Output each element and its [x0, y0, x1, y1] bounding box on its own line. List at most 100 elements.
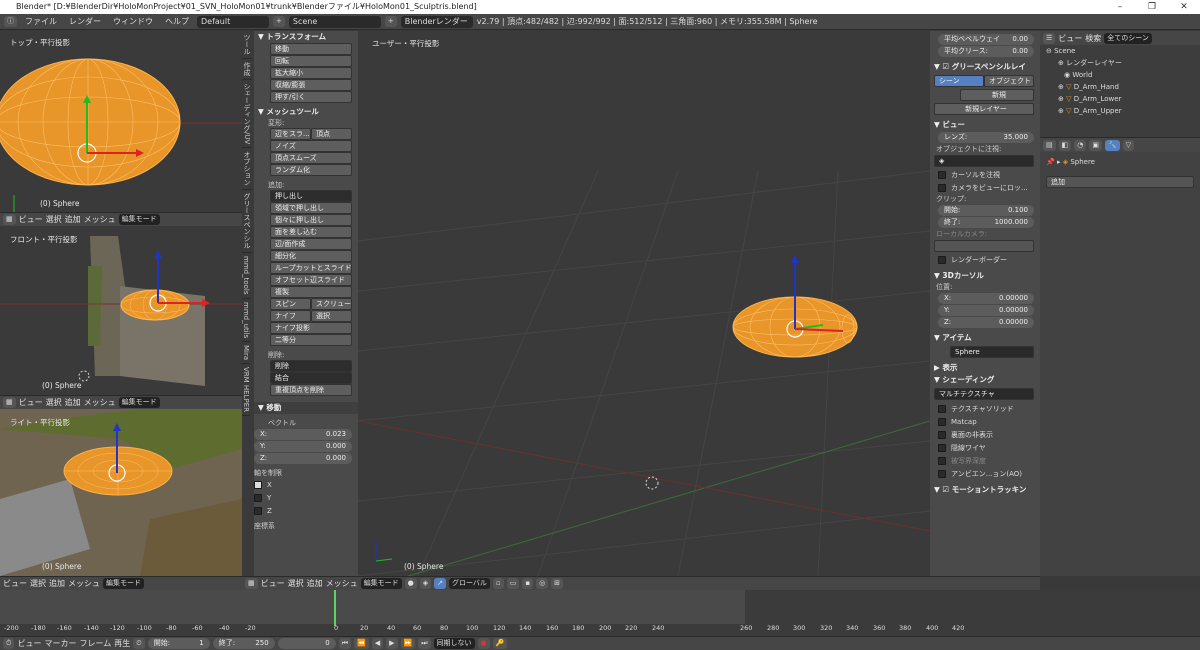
- lens-field[interactable]: レンズ: 35.000: [938, 132, 1034, 143]
- cursor-panel-title[interactable]: ▼ 3Dカーソル: [930, 270, 1040, 282]
- menu-view[interactable]: ビュー: [3, 578, 27, 589]
- vertex-slide-button[interactable]: 頂点: [311, 128, 352, 140]
- tab-create[interactable]: 作成: [242, 59, 252, 80]
- timeline-marker-menu[interactable]: マーカー: [44, 638, 76, 649]
- frame-end-field[interactable]: 終了: 250: [212, 638, 275, 649]
- tab-mmd-utils[interactable]: mmd_utils: [242, 299, 250, 343]
- delete-select[interactable]: 削除: [270, 360, 352, 372]
- outliner-search-menu[interactable]: 検索: [1085, 33, 1101, 44]
- timeline-frame-menu[interactable]: フレーム: [79, 638, 111, 649]
- menu-mesh[interactable]: メッシュ: [68, 578, 100, 589]
- jump-end-icon[interactable]: ⏭: [418, 638, 431, 649]
- ao-checkbox[interactable]: アンビエン...ョン(AO): [930, 467, 1040, 480]
- prev-keyframe-icon[interactable]: ⏪: [354, 638, 369, 649]
- menu-view[interactable]: ビュー: [261, 578, 285, 589]
- display-panel-title[interactable]: ▶ 表示: [930, 362, 1040, 374]
- noise-button[interactable]: ノイズ: [270, 140, 352, 152]
- move-operator-title[interactable]: ▼ 移動: [254, 402, 358, 414]
- cursor-x-field[interactable]: X: 0.00000: [938, 293, 1034, 304]
- editor-type-icon[interactable]: ▦: [3, 214, 16, 225]
- transform-panel-title[interactable]: ▼ トランスフォーム: [254, 31, 358, 43]
- snap-icon[interactable]: ⊞: [551, 578, 564, 589]
- extrude-region-button[interactable]: 領域で押し出し: [270, 202, 352, 214]
- menu-select[interactable]: 選択: [46, 397, 62, 408]
- viewport-user[interactable]: ユーザー・平行投影 (0) Sphere: [358, 31, 930, 576]
- outliner-row[interactable]: ⊖ Scene: [1040, 45, 1200, 57]
- extrude-select[interactable]: 押し出し: [270, 190, 352, 202]
- timeline-playback-menu[interactable]: 再生: [114, 638, 130, 649]
- menu-select[interactable]: 選択: [30, 578, 46, 589]
- outliner-filter-select[interactable]: 全てのシーン: [1104, 32, 1152, 44]
- lock-camera-checkbox[interactable]: カメラをビューにロッ...: [930, 181, 1040, 194]
- add-modifier-select[interactable]: 追加: [1046, 176, 1194, 188]
- remove-doubles-button[interactable]: 重複頂点を削除: [270, 384, 352, 396]
- mode-select[interactable]: 編集モード: [118, 214, 160, 225]
- tab-tools[interactable]: ツール: [242, 31, 252, 59]
- grease-pencil-title[interactable]: ▼ ☑ グリースペンシルレイ: [930, 61, 1040, 73]
- grease-scene-button[interactable]: シーン: [934, 75, 984, 87]
- menu-select[interactable]: 選択: [46, 214, 62, 225]
- outliner-row[interactable]: ⊕ レンダーレイヤー: [1040, 57, 1200, 69]
- item-panel-title[interactable]: ▼ アイテム: [930, 332, 1040, 344]
- loopcut-slide-button[interactable]: ループカットとスライド: [270, 262, 352, 274]
- tab-grease-pencil[interactable]: グリースペンシル: [242, 190, 252, 254]
- editor-type-icon[interactable]: ▤: [1043, 139, 1056, 151]
- editor-type-icon[interactable]: ▦: [245, 578, 258, 589]
- frame-start-field[interactable]: 開始: 1: [147, 638, 210, 649]
- outliner-row[interactable]: ⊕ ▽ D_Arm_Hand: [1040, 81, 1200, 93]
- meshtools-panel-title[interactable]: ▼ メッシュツール: [254, 106, 358, 118]
- layout-select[interactable]: Default: [197, 15, 269, 28]
- menu-view[interactable]: ビュー: [19, 397, 43, 408]
- proportional-edit-icon[interactable]: ◎: [536, 578, 549, 589]
- scene-select[interactable]: Scene: [288, 15, 381, 28]
- close-button[interactable]: ✕: [1168, 0, 1200, 14]
- tab-options[interactable]: オプション: [242, 148, 252, 191]
- menu-add[interactable]: 追加: [307, 578, 323, 589]
- hidden-wire-checkbox[interactable]: 隠線ワイヤ: [930, 441, 1040, 454]
- motion-tracking-title[interactable]: ▼ ☑ モーショントラッキン: [930, 484, 1040, 496]
- editor-type-icon[interactable]: ▦: [3, 397, 16, 408]
- bisect-button[interactable]: 二等分: [270, 334, 352, 346]
- jump-start-icon[interactable]: ⏮: [338, 638, 352, 649]
- crease-field[interactable]: 平均クリース: 0.00: [938, 46, 1034, 57]
- tool-scale-button[interactable]: 拡大縮小: [270, 67, 352, 79]
- render-engine-select[interactable]: Blenderレンダー: [400, 15, 473, 28]
- backface-culling-checkbox[interactable]: 裏面の非表示: [930, 428, 1040, 441]
- knife-project-button[interactable]: ナイフ投影: [270, 322, 352, 334]
- shading-mode-select[interactable]: マルチテクスチャ: [934, 388, 1034, 400]
- play-icon[interactable]: ▶: [386, 638, 398, 649]
- maximize-button[interactable]: ❐: [1136, 0, 1168, 14]
- bevel-weight-field[interactable]: 平均ベベルウェイ 0.00: [938, 34, 1034, 45]
- outliner-row[interactable]: ◉ World: [1040, 69, 1200, 81]
- editor-type-icon[interactable]: ⓘ: [4, 16, 17, 27]
- orientation-select[interactable]: グローバル: [449, 578, 490, 589]
- viewport-right[interactable]: ライト・平行投影 (0) Sphere: [0, 409, 242, 576]
- current-frame-field[interactable]: 0: [277, 638, 336, 649]
- tool-rotate-button[interactable]: 回転: [270, 55, 352, 67]
- constraint-x-checkbox[interactable]: X: [254, 478, 358, 491]
- keying-set-icon[interactable]: 🔑: [492, 638, 508, 649]
- add-scene-button[interactable]: +: [384, 16, 397, 27]
- cursor-y-field[interactable]: Y: 0.00000: [938, 305, 1034, 316]
- render-tab-icon[interactable]: ◧: [1058, 139, 1072, 151]
- timeline[interactable]: -200 -180 -160 -140 -120 -100 -80 -60 -4…: [0, 590, 1200, 636]
- grease-new-button[interactable]: 新規: [960, 89, 1034, 101]
- matcap-checkbox[interactable]: Matcap: [930, 415, 1040, 428]
- menu-mesh[interactable]: メッシュ: [84, 214, 116, 225]
- tab-vrm-helper[interactable]: VRM HELPER: [242, 364, 250, 417]
- randomize-button[interactable]: ランダム化: [270, 164, 352, 176]
- edge-slide-button[interactable]: 辺をスラ...: [270, 128, 311, 140]
- next-keyframe-icon[interactable]: ⏩: [400, 638, 416, 649]
- clip-end-field[interactable]: 終了: 1000.000: [938, 217, 1034, 228]
- knife-button[interactable]: ナイフ: [270, 310, 311, 322]
- textured-solid-checkbox[interactable]: テクスチャソリッド: [930, 402, 1040, 415]
- object-tab-icon[interactable]: ▣: [1089, 139, 1102, 151]
- editor-type-icon[interactable]: ☰: [1043, 32, 1056, 44]
- add-layout-button[interactable]: +: [273, 16, 285, 27]
- lock-cursor-checkbox[interactable]: カーソルを注視: [930, 168, 1040, 181]
- inset-faces-button[interactable]: 面を差し込む: [270, 226, 352, 238]
- sync-mode-select[interactable]: 同期しない: [433, 638, 475, 649]
- viewport-top[interactable]: トップ・平行投影 (0) Sphere: [0, 31, 242, 212]
- subdivide-button[interactable]: 細分化: [270, 250, 352, 262]
- current-frame-marker[interactable]: [334, 590, 336, 626]
